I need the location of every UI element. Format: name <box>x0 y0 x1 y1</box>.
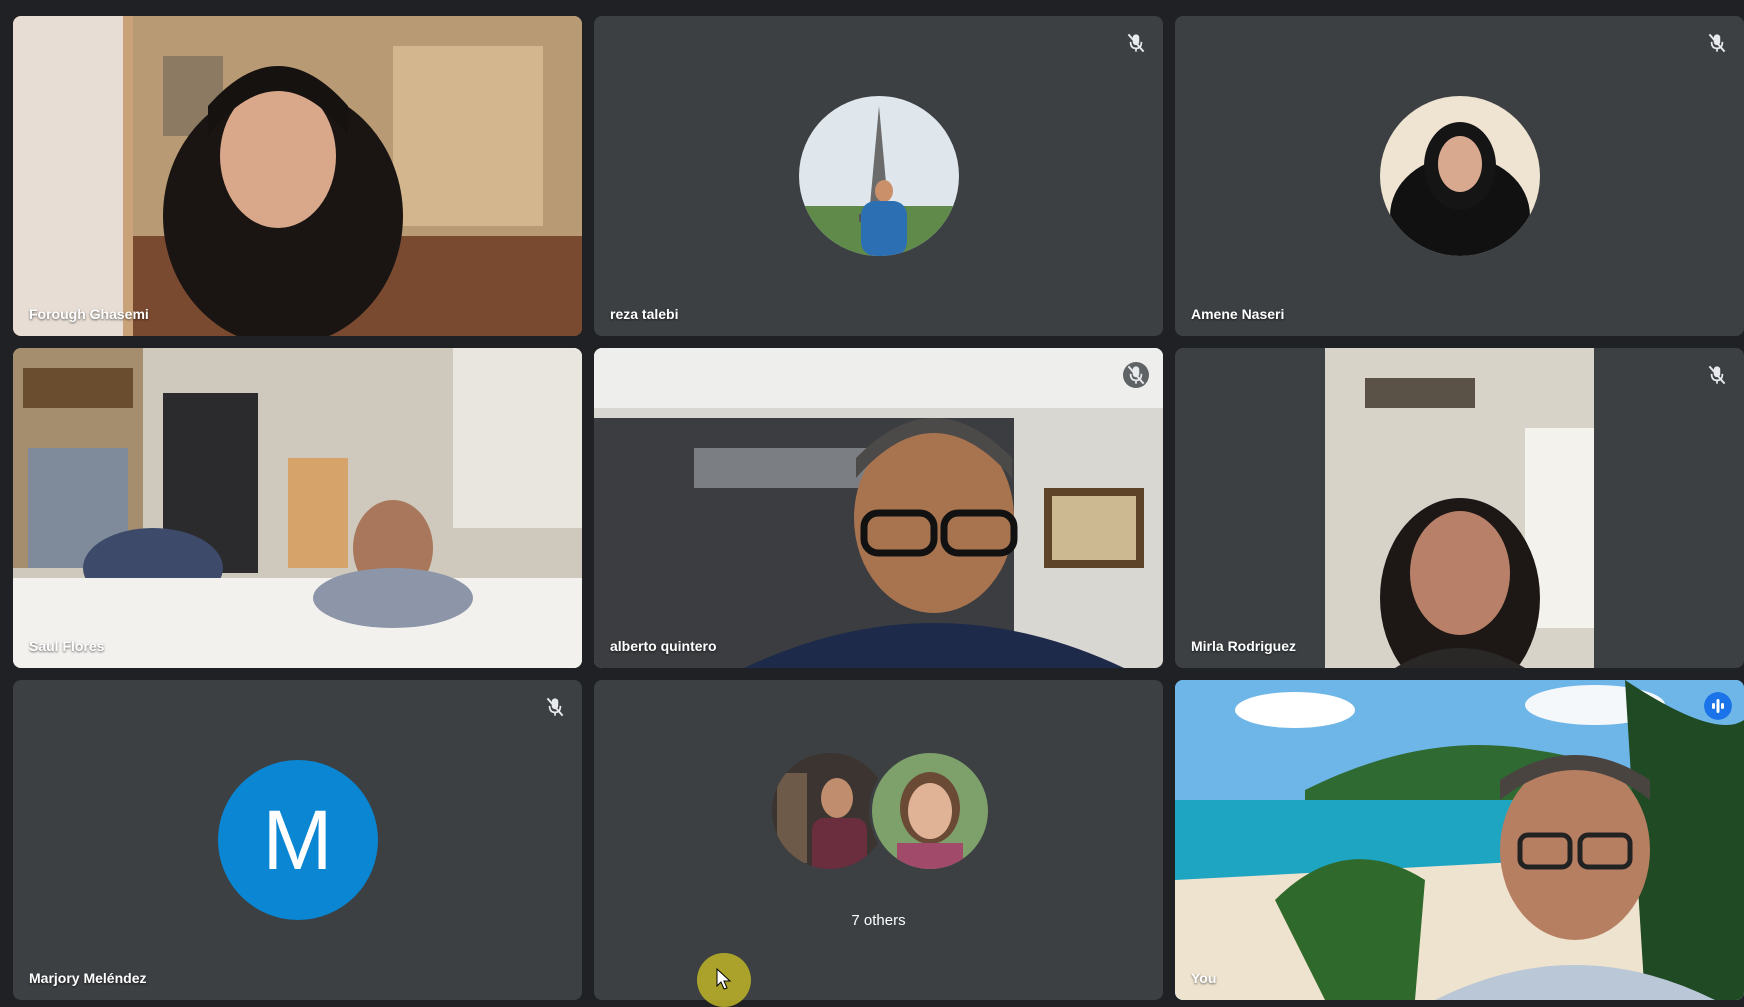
others-count-label: 7 others <box>851 912 906 929</box>
avatar <box>868 750 991 872</box>
participant-video <box>13 348 582 668</box>
participant-video <box>1325 348 1594 668</box>
mic-off-icon <box>1123 362 1149 388</box>
mic-off-icon <box>1708 33 1726 53</box>
participant-tile-you[interactable]: You <box>1175 680 1744 1000</box>
participant-name: Saul Flores <box>29 638 105 654</box>
audio-level-icon <box>1704 692 1732 720</box>
participant-tile-saul-flores[interactable]: Saul Flores <box>13 348 582 668</box>
participant-video <box>13 16 582 336</box>
avatar <box>798 96 959 256</box>
participant-name: You <box>1191 970 1217 986</box>
video-grid: Forough Ghasemi reza talebi Amene Naseri… <box>13 16 1744 1003</box>
mouse-pointer-icon <box>716 968 732 990</box>
participant-name: reza talebi <box>610 306 679 322</box>
participant-tile-reza-talebi[interactable]: reza talebi <box>594 16 1163 336</box>
participant-tile-marjory-melendez[interactable]: M Marjory Meléndez <box>13 680 582 1000</box>
participant-video <box>594 348 1163 668</box>
participant-tile-amene-naseri[interactable]: Amene Naseri <box>1175 16 1744 336</box>
participant-name: alberto quintero <box>610 638 717 654</box>
mic-off-icon <box>1708 365 1726 385</box>
participant-name: Marjory Meléndez <box>29 970 147 986</box>
others-tile[interactable]: 7 others <box>594 680 1163 1000</box>
participant-tile-mirla-rodriguez[interactable]: Mirla Rodriguez <box>1175 348 1744 668</box>
participant-video <box>1175 680 1744 1000</box>
participant-tile-forough-ghasemi[interactable]: Forough Ghasemi <box>13 16 582 336</box>
letter-avatar: M <box>217 760 378 920</box>
mic-off-icon <box>1127 33 1145 53</box>
mic-off-icon <box>546 697 564 717</box>
participant-name: Amene Naseri <box>1191 306 1285 322</box>
others-avatars <box>768 750 991 872</box>
participant-tile-alberto-quintero[interactable]: alberto quintero <box>594 348 1163 668</box>
participant-name: Mirla Rodriguez <box>1191 638 1297 654</box>
avatar <box>1379 96 1540 256</box>
participant-name: Forough Ghasemi <box>29 306 149 322</box>
